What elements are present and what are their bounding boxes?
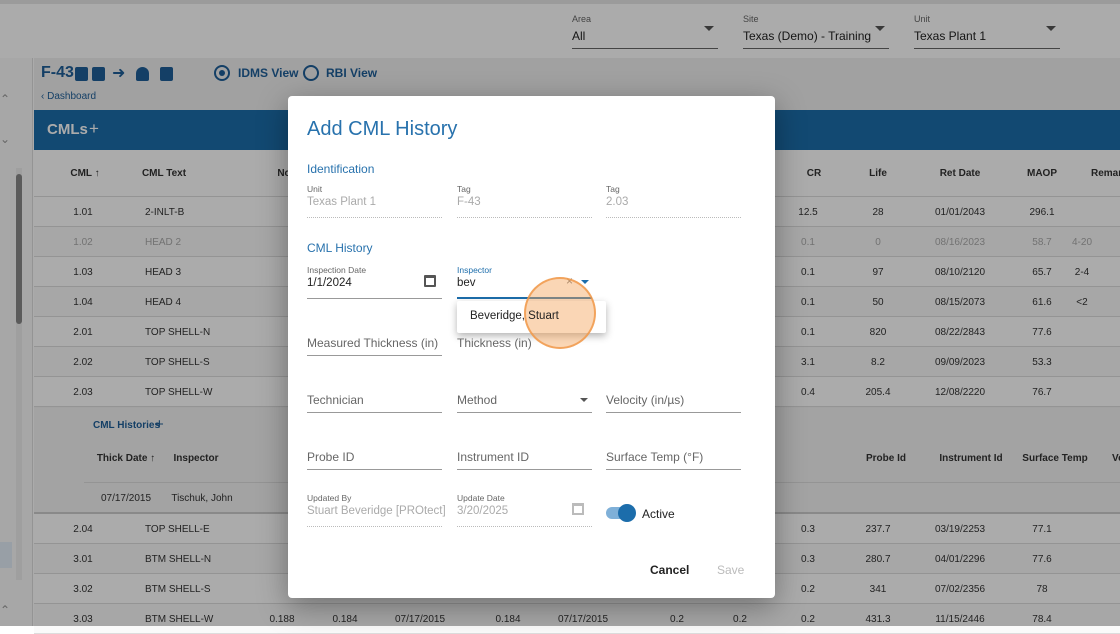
cml-tag-value: 2.03 [606,196,629,208]
thickness-field[interactable]: Thickness (in) [457,322,592,356]
update-date-value: 3/20/2025 [457,505,509,517]
tag-field: Tag F-43 [457,184,592,218]
measured-thickness-field[interactable]: Measured Thickness (in) [307,322,442,356]
updated-by-field: Updated By Stuart Beveridge [PROtect] [307,493,446,527]
measured-thickness-placeholder: Measured Thickness (in) [307,336,439,350]
inspector-label: Inspector [457,265,492,275]
dialog-title: Add CML History [307,118,458,140]
thickness-placeholder: Thickness (in) [457,336,532,350]
update-date-label: Update Date [457,493,505,503]
inspector-autocomplete[interactable]: Inspector bev × [457,265,592,299]
tag-field-value: F-43 [457,196,481,208]
cancel-button[interactable]: Cancel [650,563,689,577]
surface-temp-field[interactable]: Surface Temp (°F) [606,436,741,470]
inspector-input-value[interactable]: bev [457,277,476,289]
method-placeholder: Method [457,393,498,407]
identification-heading: Identification [307,162,375,176]
option-match: Beveridge, [470,310,525,322]
probe-id-field[interactable]: Probe ID [307,436,442,470]
inspection-date-label: Inspection Date [307,265,367,275]
save-button[interactable]: Save [717,563,744,577]
probe-id-placeholder: Probe ID [307,450,355,464]
updated-by-value: Stuart Beveridge [PROtect] [307,505,446,517]
inspection-date-value: 1/1/2024 [307,277,352,289]
option-label: Beveridge, Stuart [470,310,559,322]
technician-field[interactable]: Technician [307,379,442,413]
inspection-date-field[interactable]: Inspection Date 1/1/2024 [307,265,442,299]
technician-placeholder: Technician [307,393,364,407]
dropdown-arrow-icon[interactable] [581,280,589,284]
update-date-field: Update Date 3/20/2025 [457,493,592,527]
toggle-knob [618,504,636,522]
velocity-placeholder: Velocity (in/µs) [606,393,685,407]
velocity-field[interactable]: Velocity (in/µs) [606,379,741,413]
updated-by-label: Updated By [307,493,352,503]
clear-icon[interactable]: × [566,274,573,288]
surface-temp-placeholder: Surface Temp (°F) [606,450,704,464]
unit-field-value: Texas Plant 1 [307,196,377,208]
instrument-id-placeholder: Instrument ID [457,450,530,464]
cml-history-heading: CML History [307,241,373,255]
active-toggle[interactable] [606,504,636,522]
unit-field-label: Unit [307,184,323,194]
unit-field: Unit Texas Plant 1 [307,184,442,218]
calendar-icon [572,503,584,515]
calendar-icon[interactable] [424,275,436,287]
method-select[interactable]: Method [457,379,592,413]
cml-tag-field: Tag 2.03 [606,184,741,218]
tag-field-label: Tag [457,184,471,194]
active-label: Active [642,507,675,521]
instrument-id-field[interactable]: Instrument ID [457,436,592,470]
option-rest: Stuart [524,310,559,322]
add-cml-history-dialog: Add CML History Identification Unit Texas… [288,96,775,598]
cml-tag-label: Tag [606,184,620,194]
chevron-down-icon [580,398,588,402]
